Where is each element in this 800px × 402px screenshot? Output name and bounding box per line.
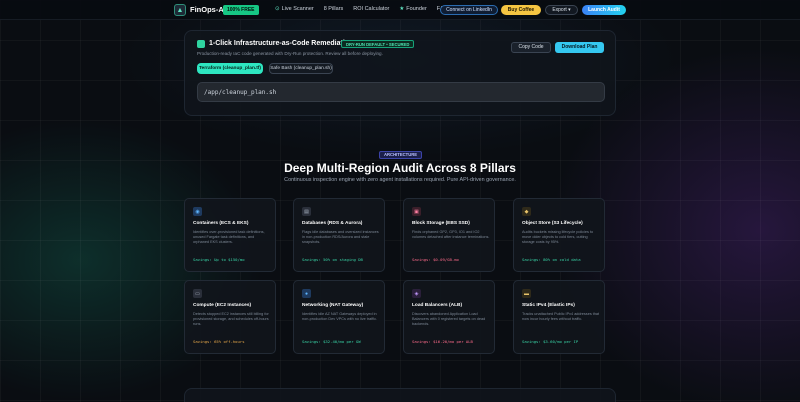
code-content: /app/cleanup_plan.sh (204, 89, 277, 96)
tab-terraform[interactable]: Terraform (cleanup_plan.tf) (197, 63, 263, 74)
remediation-panel: 1-Click Infrastructure-as-Code Remediati… (184, 30, 616, 116)
pillar-card-description: Detects stopped EC2 instances still bill… (193, 312, 269, 327)
database-icon: ▤ (302, 207, 311, 216)
pillar-card-description: Audits buckets missing lifecycle policie… (522, 230, 594, 245)
pillar-card[interactable]: ▬ Static IPv4 (Elastic IPs) Tracks unattac… (513, 280, 605, 354)
pillar-card-title: Block Storage (EBS SSD) (412, 221, 470, 226)
pillar-card[interactable]: ◈ Load Balancers (ALB) Discovers abandoned… (403, 280, 495, 354)
architecture-badge: ARCHITECTURE (379, 151, 423, 159)
download-plan-button[interactable]: Download Plan (555, 42, 604, 53)
pillar-card-title: Load Balancers (ALB) (412, 303, 463, 308)
pillar-card-savings: Savings: $0.09/GB-mo (412, 257, 459, 262)
pillar-card-savings: Savings: $32.40/mo per GW (302, 339, 361, 344)
pillar-card-title: Containers (ECS & EKS) (193, 221, 249, 226)
logo-text[interactable]: FinOps-AI (190, 5, 226, 14)
copy-code-button[interactable]: Copy Code (511, 42, 551, 53)
top-navbar: ▲ FinOps-AI 100% FREE ⊙ Live Scanner 8 Pi… (0, 0, 800, 20)
architecture-title: Deep Multi-Region Audit Across 8 Pillars (284, 161, 516, 175)
pillar-card-description: Discovers abandoned Application Load Bal… (412, 312, 486, 327)
pillar-card-savings: Savings: $16.20/mo per ALB (412, 339, 473, 344)
nav-link-roi-calculator[interactable]: ROI Calculator (353, 6, 389, 12)
pillar-card-savings: Savings: 65% off-hours (193, 339, 245, 344)
pillar-card-description: Identifies over-provisioned task definit… (193, 230, 265, 245)
next-section-panel (184, 388, 616, 402)
pillar-card-title: Object Store (S3 Lifecycle) (522, 221, 583, 226)
linkedin-button[interactable]: Connect on LinkedIn (440, 5, 498, 15)
pillar-card[interactable]: ▭ Compute (EC2 Instances) Detects stopped … (184, 280, 276, 354)
pillar-card-title: Compute (EC2 Instances) (193, 303, 252, 308)
pillar-card-savings: Savings: 50% on staging DB (302, 257, 363, 262)
nav-link-8-pillars[interactable]: 8 Pillars (324, 6, 344, 12)
pillar-card-savings: Savings: $3.60/mo per IP (522, 339, 579, 344)
nav-link-live-scanner[interactable]: ⊙ Live Scanner (275, 6, 314, 12)
pillar-card[interactable]: ◆ Object Store (S3 Lifecycle) Audits bucke… (513, 198, 605, 272)
code-icon (197, 40, 205, 48)
chart-icon[interactable]: ▲ (174, 4, 186, 16)
launch-audit-button[interactable]: Launch Audit (582, 5, 626, 15)
pillar-card-description: Tracks unattached Public IPv4 addresses … (522, 312, 600, 322)
tab-safe-bash[interactable]: Safe Bash (cleanup_plan.sh) (269, 63, 333, 74)
pillar-card-description: Finds orphaned GP2, GP3, IO1 and IO2 vol… (412, 230, 490, 240)
container-icon: ◉ (193, 207, 202, 216)
nav-links: ⊙ Live Scanner 8 Pillars ROI Calculator ★… (275, 6, 448, 12)
nav-link-label: ROI Calculator (353, 6, 390, 12)
balancer-icon: ◈ (412, 289, 421, 298)
dry-run-badge: DRY-RUN DEFAULT • SECURED (341, 40, 415, 48)
free-badge: 100% FREE (223, 5, 259, 15)
export-dropdown[interactable]: Export ▾ (545, 5, 578, 15)
pillar-card-savings: Savings: Up to $150/mo (193, 257, 245, 262)
disk-icon: ▣ (412, 207, 421, 216)
nav-link-label: Founder (406, 6, 427, 12)
buy-coffee-button[interactable]: Buy Coffee (501, 5, 541, 15)
pillar-card[interactable]: ▣ Block Storage (EBS SSD) Finds orphaned G… (403, 198, 495, 272)
pillar-card[interactable]: ▤ Databases (RDS & Aurora) Flags idle data… (293, 198, 385, 272)
network-icon: ● (302, 289, 311, 298)
bucket-icon: ◆ (522, 207, 531, 216)
nav-link-label: 8 Pillars (323, 6, 344, 12)
nav-link-founder[interactable]: ★ Founder (399, 6, 426, 12)
pillar-card-title: Databases (RDS & Aurora) (302, 221, 363, 226)
pillar-card-title: Networking (NAT Gateway) (302, 303, 364, 308)
pillar-card-title: Static IPv4 (Elastic IPs) (522, 303, 575, 308)
server-icon: ▭ (193, 289, 202, 298)
pillar-card-savings: Savings: 80% on cold data (522, 257, 581, 262)
pillar-card[interactable]: ◉ Containers (ECS & EKS) Identifies over-p… (184, 198, 276, 272)
ip-icon: ▬ (522, 289, 531, 298)
remediation-subtitle: Production-ready IaC code generated with… (197, 51, 383, 56)
pillar-card[interactable]: ● Networking (NAT Gateway) Identifies idle… (293, 280, 385, 354)
code-viewer[interactable]: /app/cleanup_plan.sh (197, 82, 605, 102)
remediation-title: 1-Click Infrastructure-as-Code Remediati… (209, 40, 354, 47)
scan-icon: ⊙ (275, 6, 280, 12)
pillar-card-description: Identifies idle AZ NAT Gateways deployed… (302, 312, 378, 322)
star-icon: ★ (399, 6, 405, 12)
architecture-subtitle: Continuous inspection engine with zero a… (284, 177, 516, 183)
nav-link-label: Live Scanner (281, 6, 314, 12)
pillar-card-description: Flags idle databases and oversized insta… (302, 230, 379, 245)
